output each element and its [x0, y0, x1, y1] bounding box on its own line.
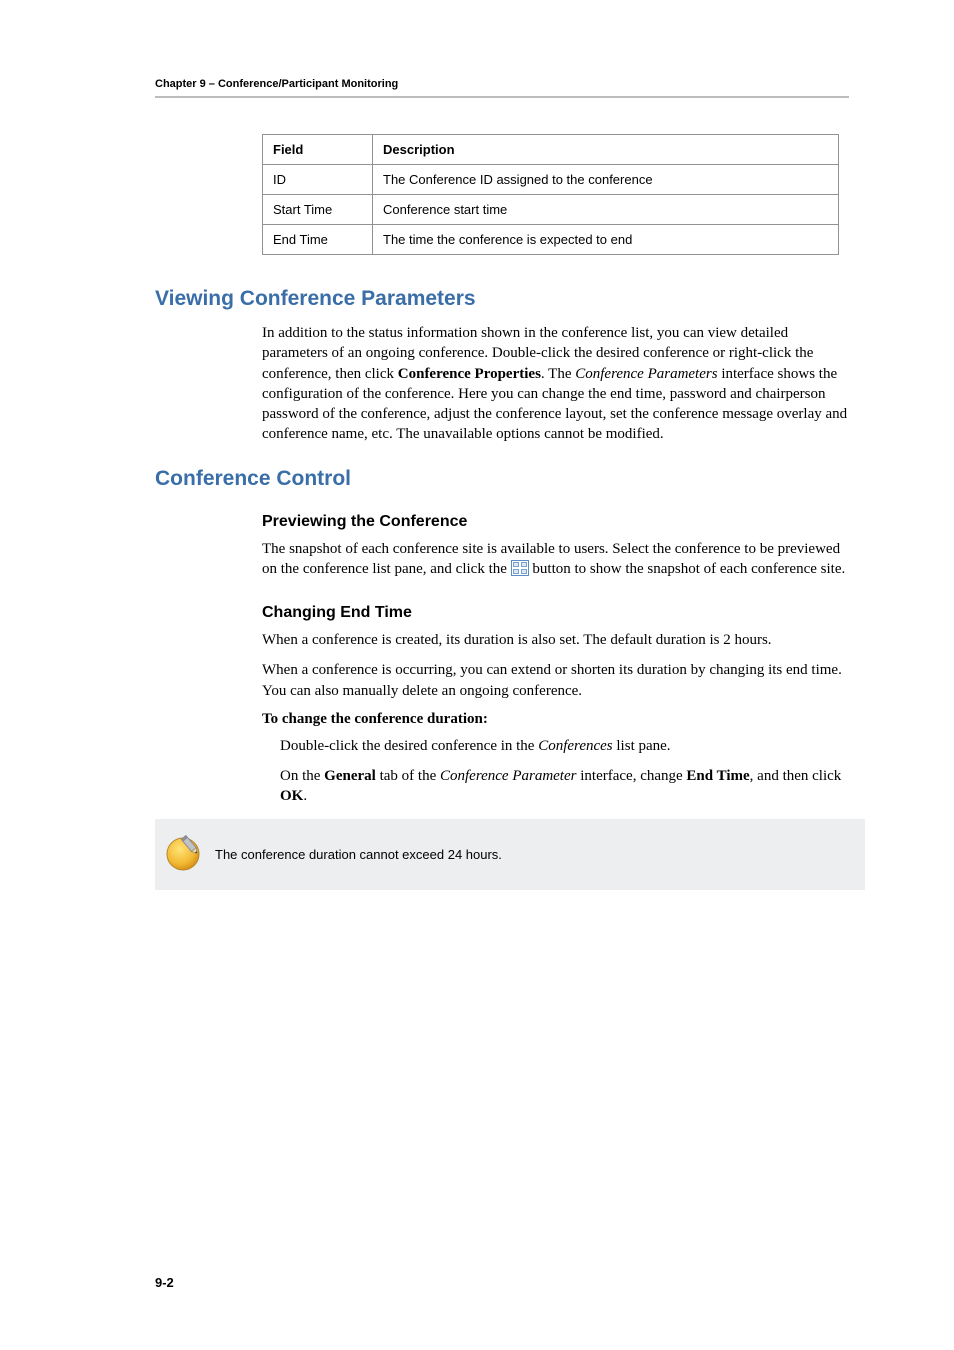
page-number: 9-2: [155, 1275, 174, 1290]
text: Double-click the desired conference in t…: [280, 738, 538, 754]
text: tab of the: [376, 768, 440, 784]
section-body: In addition to the status information sh…: [262, 323, 849, 445]
field-cell: Start Time: [263, 195, 373, 225]
grid-preview-icon: [511, 560, 529, 582]
table-header-row: Field Description: [263, 135, 839, 165]
desc-cell: The Conference ID assigned to the confer…: [373, 165, 839, 195]
instruction-head: To change the conference duration:: [262, 711, 849, 728]
text: interface, change: [576, 768, 686, 784]
bold-text: General: [324, 768, 376, 784]
bold-text: End Time: [686, 768, 749, 784]
subheading-changing-end-time: Changing End Time: [262, 604, 849, 622]
step-item: Double-click the desired conference in t…: [280, 736, 849, 756]
paragraph: The snapshot of each conference site is …: [262, 539, 849, 583]
section-body: Previewing the Conference The snapshot o…: [262, 513, 849, 807]
field-cell: End Time: [263, 225, 373, 255]
table-row: ID The Conference ID assigned to the con…: [263, 165, 839, 195]
desc-cell: The time the conference is expected to e…: [373, 225, 839, 255]
note-box: The conference duration cannot exceed 24…: [155, 819, 865, 890]
italic-text: Conference Parameter: [440, 768, 577, 784]
table-row: Start Time Conference start time: [263, 195, 839, 225]
text: . The: [541, 366, 575, 382]
bold-text: Conference Properties: [398, 366, 541, 382]
note-text: The conference duration cannot exceed 24…: [215, 847, 502, 862]
page: Chapter 9 – Conference/Participant Monit…: [0, 0, 954, 1350]
field-description-table: Field Description ID The Conference ID a…: [262, 134, 839, 255]
text: .: [303, 788, 307, 804]
running-head: Chapter 9 – Conference/Participant Monit…: [155, 78, 849, 90]
paragraph: When a conference is occurring, you can …: [262, 660, 849, 701]
text: button to show the snapshot of each conf…: [532, 561, 845, 577]
subheading-previewing: Previewing the Conference: [262, 513, 849, 531]
table-row: End Time The time the conference is expe…: [263, 225, 839, 255]
header-rule: [155, 96, 849, 98]
text: On the: [280, 768, 324, 784]
table-head-description: Description: [373, 135, 839, 165]
text: , and then click: [750, 768, 842, 784]
desc-cell: Conference start time: [373, 195, 839, 225]
note-pencil-icon: [155, 831, 215, 878]
heading-conference-control: Conference Control: [155, 467, 849, 491]
field-cell: ID: [263, 165, 373, 195]
text: list pane.: [613, 738, 671, 754]
italic-text: Conferences: [538, 738, 612, 754]
step-item: On the General tab of the Conference Par…: [280, 766, 849, 807]
paragraph: When a conference is created, its durati…: [262, 630, 849, 650]
heading-viewing-conference-parameters: Viewing Conference Parameters: [155, 287, 849, 311]
paragraph: In addition to the status information sh…: [262, 323, 849, 445]
bold-text: OK: [280, 788, 303, 804]
table-head-field: Field: [263, 135, 373, 165]
italic-text: Conference Parameters: [575, 366, 717, 382]
